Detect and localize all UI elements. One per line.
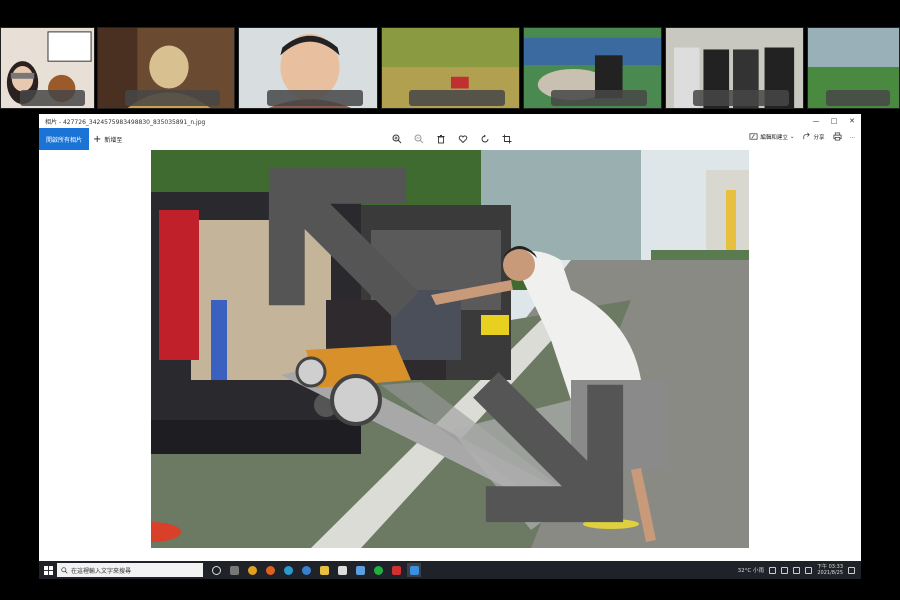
taskbar-app-button[interactable] <box>263 563 277 577</box>
photo-viewer-window: 相片 - 427726_3424575983498830_835035891_n… <box>39 114 861 561</box>
delete-button[interactable] <box>435 132 446 146</box>
video-app-icon <box>391 565 401 575</box>
participant-name-redacted <box>125 90 221 106</box>
zoom-in-button[interactable] <box>391 132 402 146</box>
clock-date: 2021/8/25 <box>817 570 843 576</box>
add-to-label: 新增至 <box>104 136 123 144</box>
edit-create-button[interactable]: 編輯和建立 ⌄ <box>749 132 794 141</box>
internet-explorer-icon <box>301 565 311 575</box>
participant-name-redacted <box>409 90 506 106</box>
tray-chevron-icon[interactable] <box>769 566 776 574</box>
edit-icon <box>749 133 758 140</box>
plus-icon: + <box>93 133 102 145</box>
viewer-right-tools: 編輯和建立 ⌄ 分享 … <box>749 132 855 141</box>
line-app-icon <box>373 565 383 575</box>
search-icon <box>61 566 68 574</box>
windows-taskbar: 在這裡輸入文字來搜尋 32°C 小雨 下午 03:33 2021/8/25 <box>39 561 861 579</box>
windows-logo-icon <box>43 565 53 575</box>
taskbar-app-button[interactable] <box>299 563 313 577</box>
taskbar-search-input[interactable]: 在這裡輸入文字來搜尋 <box>57 563 203 577</box>
zoom-out-button[interactable] <box>413 132 424 146</box>
window-titlebar: 相片 - 427726_3424575983498830_835035891_n… <box>39 114 861 128</box>
input-method-icon[interactable] <box>805 566 812 574</box>
chevron-down-icon: ⌄ <box>789 133 795 140</box>
weather-widget[interactable]: 32°C 小雨 <box>738 566 764 574</box>
edge-icon <box>283 565 293 575</box>
more-options-button[interactable]: … <box>850 134 856 140</box>
crop-icon <box>502 134 511 144</box>
participant-tile[interactable] <box>238 27 378 109</box>
participant-tile[interactable] <box>97 27 235 109</box>
volume-icon[interactable] <box>793 566 800 574</box>
participant-name-redacted <box>551 90 648 106</box>
print-button[interactable] <box>833 132 842 141</box>
more-options-label: … <box>849 133 856 140</box>
edit-create-label: 編輯和建立 <box>760 134 788 141</box>
taskbar-app-button[interactable] <box>389 563 403 577</box>
participant-tile[interactable] <box>665 27 804 109</box>
taskbar-app-button[interactable] <box>353 563 367 577</box>
participant-tile[interactable] <box>523 27 662 109</box>
favorite-button[interactable] <box>457 132 468 146</box>
remote-desktop-screen: 相片 - 427726_3424575983498830_835035891_n… <box>0 0 900 600</box>
taskbar-apps <box>209 563 421 577</box>
trash-icon <box>437 135 444 144</box>
file-explorer-icon <box>319 565 329 575</box>
zoom-in-icon <box>392 134 401 144</box>
share-label: 分享 <box>813 134 825 141</box>
open-all-photos-label: 開啟所有相片 <box>45 136 82 144</box>
mail-icon <box>355 565 365 575</box>
notifications-icon[interactable] <box>848 566 855 574</box>
participant-tile[interactable] <box>807 27 900 109</box>
rotate-button[interactable] <box>479 132 490 146</box>
task-view-icon <box>211 565 221 575</box>
taskbar-app-button[interactable] <box>245 563 259 577</box>
printer-icon <box>833 132 841 141</box>
open-all-photos-button[interactable]: 開啟所有相片 <box>39 128 89 150</box>
image-tools <box>391 132 512 146</box>
viewer-toolbar: 開啟所有相片 + 新增至 編輯和建立 ⌄ 分享 … <box>39 128 861 150</box>
participant-tile[interactable] <box>0 27 95 109</box>
taskbar-app-button[interactable] <box>371 563 385 577</box>
participant-strip <box>0 27 900 111</box>
share-icon <box>803 132 811 140</box>
participant-name-redacted <box>693 90 790 106</box>
heart-icon <box>458 135 467 144</box>
taskbar-app-button[interactable] <box>281 563 295 577</box>
zoom-out-icon <box>414 134 423 144</box>
taskbar-app-button[interactable] <box>317 563 331 577</box>
widgets-icon <box>229 565 239 575</box>
participant-name-redacted <box>266 90 364 106</box>
taskbar-app-button[interactable] <box>335 563 349 577</box>
displayed-photo[interactable] <box>151 150 749 548</box>
add-to-button[interactable]: + 新增至 <box>93 128 122 150</box>
store-icon <box>337 565 347 575</box>
search-placeholder: 在這裡輸入文字來搜尋 <box>71 567 132 575</box>
maximize-button[interactable]: □ <box>825 117 843 125</box>
minimize-button[interactable]: — <box>807 117 825 125</box>
crop-button[interactable] <box>501 132 512 146</box>
network-icon[interactable] <box>781 566 788 574</box>
firefox-icon <box>265 565 275 575</box>
participant-name-redacted <box>19 90 85 106</box>
rotate-icon <box>481 134 488 143</box>
start-button[interactable] <box>39 561 57 579</box>
participant-name-redacted <box>826 90 890 106</box>
participant-tile[interactable] <box>381 27 520 109</box>
system-tray: 32°C 小雨 下午 03:33 2021/8/25 <box>738 564 861 576</box>
photos-app-icon <box>409 565 419 575</box>
clock[interactable]: 下午 03:33 2021/8/25 <box>817 564 843 576</box>
window-title: 相片 - 427726_3424575983498830_835035891_n… <box>45 118 206 126</box>
chrome-icon <box>247 565 257 575</box>
share-button[interactable]: 分享 <box>802 132 825 141</box>
close-button[interactable]: ✕ <box>843 117 861 125</box>
taskbar-app-button-active[interactable] <box>407 563 421 577</box>
task-view-button[interactable] <box>209 563 223 577</box>
fullscreen-icon[interactable] <box>151 150 745 544</box>
taskbar-app-button[interactable] <box>227 563 241 577</box>
